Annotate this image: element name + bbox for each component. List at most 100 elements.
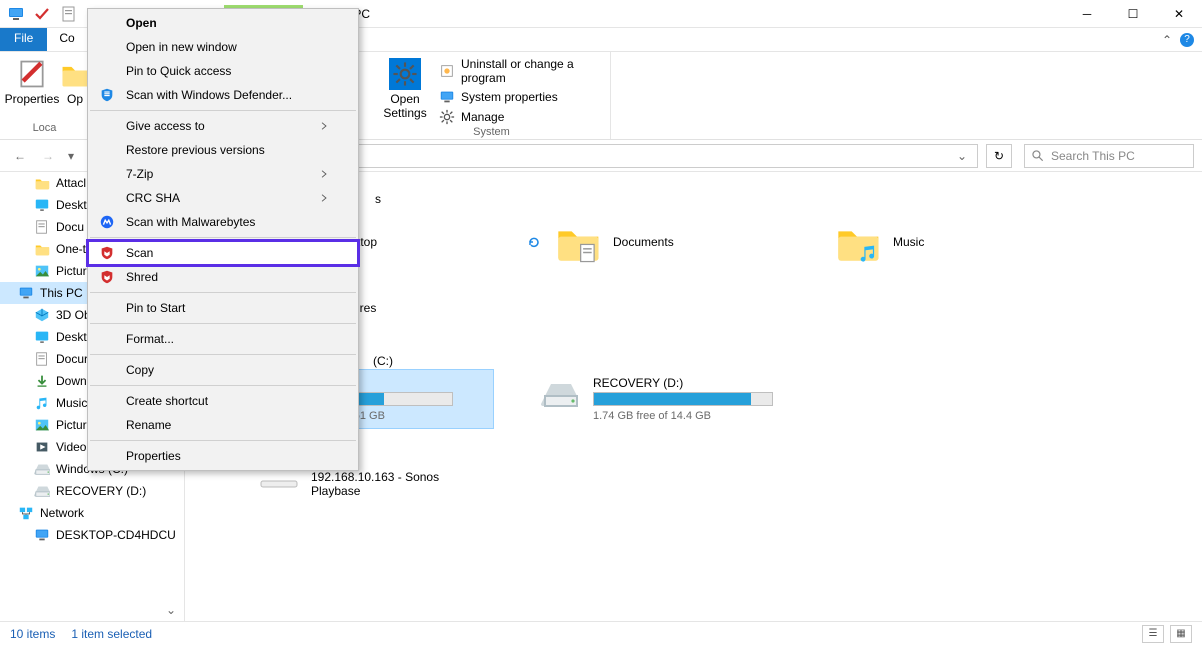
desktop-icon — [34, 329, 50, 345]
context-menu-item[interactable]: Scan with Malwarebytes — [88, 210, 358, 234]
sidebar-item-label: Deskt — [56, 198, 87, 212]
ribbon-collapse-icon[interactable]: ⌃ — [1162, 33, 1172, 47]
context-menu-item[interactable]: Open — [88, 11, 358, 35]
folder-item[interactable]: Music — [803, 214, 1063, 270]
context-menu-item-label: Rename — [126, 418, 171, 432]
folder-y-icon — [34, 241, 50, 257]
status-selection-count: 1 item selected — [71, 627, 152, 641]
drive-free-label: 1.74 GB free of 14.4 GB — [593, 410, 807, 422]
folders-section-header-fragment: s — [375, 192, 381, 206]
ribbon-properties-button[interactable]: Properties — [8, 56, 56, 108]
nav-forward-button[interactable]: → — [36, 144, 60, 168]
sidebar-item[interactable]: RECOVERY (D:) — [0, 480, 184, 502]
ribbon-sysprops-label: System properties — [461, 90, 558, 104]
context-menu-item[interactable]: Open in new window — [88, 35, 358, 59]
mwb-icon — [98, 213, 116, 231]
ribbon-uninstall-button[interactable]: Uninstall or change a program — [435, 56, 602, 86]
drive-item[interactable]: RECOVERY (D:) 1.74 GB free of 14.4 GB — [533, 370, 813, 428]
context-menu-item-label: Format... — [126, 332, 174, 346]
mcafee-icon — [98, 244, 116, 262]
context-menu-item[interactable]: Shred — [88, 265, 358, 289]
sidebar-item-label: Down — [56, 374, 87, 388]
context-menu-item-label: Shred — [126, 270, 158, 284]
context-menu-item[interactable]: Rename — [88, 413, 358, 437]
computer-tab[interactable]: Co — [47, 28, 86, 51]
sidebar-item-label: One-t — [56, 242, 86, 256]
drive-usage-bar — [593, 392, 773, 406]
context-menu-item[interactable]: Restore previous versions — [88, 138, 358, 162]
context-menu-item[interactable]: CRC SHA — [88, 186, 358, 210]
context-menu-item-label: Scan — [126, 246, 153, 260]
context-menu-item-label: Scan with Malwarebytes — [126, 215, 255, 229]
status-item-count: 10 items — [10, 627, 55, 641]
minimize-button[interactable]: ─ — [1064, 0, 1110, 28]
context-menu-item[interactable]: Scan — [88, 241, 358, 265]
ribbon-open-settings-button[interactable]: Open Settings — [381, 56, 429, 122]
context-menu-item-label: Give access to — [126, 119, 205, 133]
file-tab[interactable]: File — [0, 28, 47, 51]
sidebar-item[interactable]: DESKTOP-CD4HDCU — [0, 524, 184, 546]
network-location-item[interactable]: 192.168.10.163 - Sonos Playbase — [253, 466, 513, 502]
status-bar: 10 items 1 item selected ☰ ▦ — [0, 621, 1202, 645]
ribbon-sysprops-button[interactable]: System properties — [435, 88, 602, 106]
context-menu-separator — [90, 110, 356, 111]
context-menu-item[interactable]: Create shortcut — [88, 389, 358, 413]
qat-properties-icon[interactable] — [32, 4, 52, 24]
context-menu-item[interactable]: Scan with Windows Defender... — [88, 83, 358, 107]
chevron-right-icon — [318, 192, 330, 204]
ribbon-open-label: Op — [67, 92, 83, 106]
ribbon-open-button[interactable]: Op — [62, 56, 88, 108]
mcafee-icon — [98, 268, 116, 286]
ribbon-group-location-label: Loca — [8, 122, 81, 137]
context-menu: OpenOpen in new windowPin to Quick acces… — [87, 8, 359, 471]
context-menu-item-label: Restore previous versions — [126, 143, 265, 157]
sidebar-item-label: Network — [40, 506, 84, 520]
drive-icon — [34, 461, 50, 477]
computer-icon — [34, 527, 50, 543]
context-menu-item-label: Scan with Windows Defender... — [126, 88, 292, 102]
folder-icon — [553, 218, 601, 266]
down-icon — [34, 373, 50, 389]
context-menu-item[interactable]: Give access to — [88, 114, 358, 138]
folder-item[interactable]: Documents — [523, 214, 783, 270]
nav-recent-button[interactable]: ▾ — [64, 144, 78, 168]
context-menu-item[interactable]: Pin to Start — [88, 296, 358, 320]
ribbon-properties-label: Properties — [5, 92, 60, 106]
nav-back-button[interactable]: ← — [8, 144, 32, 168]
music-icon — [34, 395, 50, 411]
defender-icon — [98, 86, 116, 104]
sync-status-icon — [807, 235, 821, 249]
chevron-right-icon — [318, 120, 330, 132]
drive-label: RECOVERY (D:) — [593, 376, 807, 390]
drive-icon — [34, 483, 50, 499]
qat-thispc-icon[interactable] — [6, 4, 26, 24]
pictures-icon — [34, 263, 50, 279]
context-menu-item[interactable]: Pin to Quick access — [88, 59, 358, 83]
close-button[interactable]: ✕ — [1156, 0, 1202, 28]
maximize-button[interactable]: ☐ — [1110, 0, 1156, 28]
refresh-button[interactable]: ↻ — [986, 144, 1012, 168]
context-menu-item[interactable]: Format... — [88, 327, 358, 351]
address-dropdown-icon[interactable]: ⌄ — [953, 149, 971, 163]
sync-status-icon — [527, 235, 541, 249]
sidebar-item-label: Music — [56, 396, 87, 410]
network-icon — [18, 505, 34, 521]
sidebar-item-label: Docur — [56, 352, 88, 366]
context-menu-item-label: CRC SHA — [126, 191, 180, 205]
view-large-button[interactable]: ▦ — [1170, 625, 1192, 643]
search-input[interactable]: Search This PC — [1024, 144, 1194, 168]
qat-new-icon[interactable] — [58, 4, 78, 24]
3d-icon — [34, 307, 50, 323]
view-details-button[interactable]: ☰ — [1142, 625, 1164, 643]
sidebar-item-label: Docu — [56, 220, 84, 234]
context-menu-item[interactable]: 7-Zip — [88, 162, 358, 186]
sidebar-item-label: RECOVERY (D:) — [56, 484, 146, 498]
help-icon[interactable]: ? — [1180, 33, 1194, 47]
sidebar-item[interactable]: Network — [0, 502, 184, 524]
context-menu-item-label: Pin to Start — [126, 301, 185, 315]
doc-icon — [34, 351, 50, 367]
ribbon-manage-button[interactable]: Manage — [435, 108, 602, 126]
context-menu-item[interactable]: Properties — [88, 444, 358, 468]
context-menu-item[interactable]: Copy — [88, 358, 358, 382]
chevron-down-icon[interactable]: ⌄ — [166, 603, 182, 619]
